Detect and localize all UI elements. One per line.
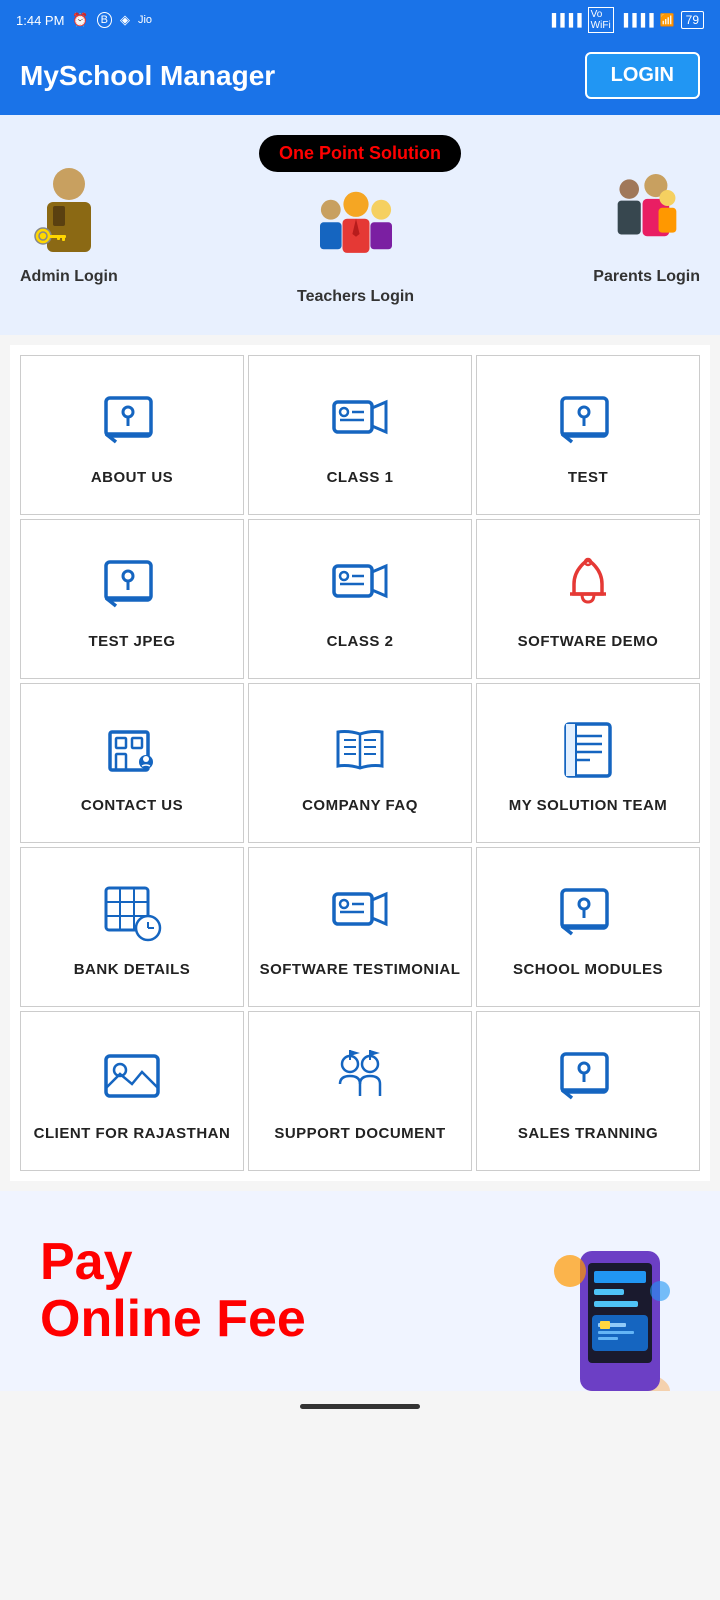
company-faq-icon: [325, 713, 395, 783]
app-title: MySchool Manager: [20, 60, 275, 92]
grid-item-client-for-rajasthan[interactable]: CLIENT FOR RAJASTHAN: [20, 1011, 244, 1171]
teachers-label: Teachers Login: [297, 288, 414, 306]
contact-us-icon: [97, 713, 167, 783]
support-document-icon: [325, 1041, 395, 1111]
signal-icon: ◈: [120, 12, 130, 28]
grid-item-sales-tranning[interactable]: SALES TRANNING: [476, 1011, 700, 1171]
grid-item-class-1[interactable]: CLASS 1: [248, 355, 472, 515]
grid-item-class-2[interactable]: CLASS 2: [248, 519, 472, 679]
jio-icon: Jio: [138, 14, 152, 26]
test-label: TEST: [568, 469, 608, 486]
status-bar: 1:44 PM ⏰ B ◈ Jio ▐▐▐▐ VoWiFi ▐▐▐▐ 📶 79: [0, 0, 720, 40]
admin-login-section: Admin Login: [20, 164, 118, 286]
battery-icon: 79: [681, 11, 704, 29]
status-left: 1:44 PM ⏰ B ◈ Jio: [16, 12, 152, 28]
bank-details-label: BANK DETAILS: [74, 961, 191, 978]
time: 1:44 PM: [16, 13, 64, 28]
company-faq-label: COMPANY FAQ: [302, 797, 418, 814]
parents-icon: [602, 164, 692, 264]
software-testimonial-label: SOFTWARE TESTIMONIAL: [260, 961, 461, 978]
grid-item-support-document[interactable]: SUPPORT DOCUMENT: [248, 1011, 472, 1171]
phone-illustration: [540, 1211, 680, 1371]
client-for-rajasthan-icon: [97, 1041, 167, 1111]
my-solution-team-icon: [553, 713, 623, 783]
b-icon: B: [97, 12, 112, 28]
sales-tranning-label: SALES TRANNING: [518, 1125, 658, 1142]
software-demo-icon: [553, 549, 623, 619]
home-indicator: [300, 1404, 420, 1409]
vo-wifi-icon: VoWiFi: [588, 7, 614, 33]
about-us-label: ABOUT US: [91, 469, 173, 486]
class-2-label: CLASS 2: [327, 633, 394, 650]
grid-item-bank-details[interactable]: BANK DETAILS: [20, 847, 244, 1007]
software-testimonial-icon: [325, 877, 395, 947]
school-modules-label: SCHOOL MODULES: [513, 961, 663, 978]
hero-banner: Admin Login Teacher: [0, 115, 720, 335]
parents-login-section: Parents Login: [593, 164, 700, 286]
test-icon: [553, 385, 623, 455]
grid-item-contact-us[interactable]: CONTACT US: [20, 683, 244, 843]
client-for-rajasthan-label: CLIENT FOR RAJASTHAN: [34, 1125, 231, 1142]
bank-details-icon: [97, 877, 167, 947]
alarm-icon: ⏰: [72, 12, 88, 28]
signal-bars-icon: ▐▐▐▐: [548, 13, 582, 27]
school-modules-icon: [553, 877, 623, 947]
footer-banner: Pay Online Fee: [0, 1191, 720, 1391]
grid-item-software-demo[interactable]: SOFTWARE DEMO: [476, 519, 700, 679]
software-demo-label: SOFTWARE DEMO: [518, 633, 659, 650]
sales-tranning-icon: [553, 1041, 623, 1111]
class-1-label: CLASS 1: [327, 469, 394, 486]
my-solution-team-label: MY SOLUTION TEAM: [509, 797, 668, 814]
grid-item-school-modules[interactable]: SCHOOL MODULES: [476, 847, 700, 1007]
teachers-login-section: Teachers Login: [297, 184, 414, 306]
test-jpeg-icon: [97, 549, 167, 619]
banner-tagline: One Point Solution: [259, 135, 461, 172]
teachers-icon: [311, 184, 401, 284]
parents-label: Parents Login: [593, 268, 700, 286]
admin-label: Admin Login: [20, 268, 118, 286]
signal-bars2-icon: ▐▐▐▐: [620, 13, 654, 27]
admin-icon: [24, 164, 114, 264]
menu-grid: ABOUT US CLASS 1 TEST: [10, 345, 710, 1181]
about-us-icon: [97, 385, 167, 455]
grid-item-company-faq[interactable]: COMPANY FAQ: [248, 683, 472, 843]
grid-item-test-jpeg[interactable]: TEST JPEG: [20, 519, 244, 679]
grid-item-test[interactable]: TEST: [476, 355, 700, 515]
grid-item-my-solution-team[interactable]: MY SOLUTION TEAM: [476, 683, 700, 843]
app-header: MySchool Manager LOGIN: [0, 40, 720, 115]
wifi-icon: 📶: [660, 13, 675, 27]
test-jpeg-label: TEST JPEG: [88, 633, 175, 650]
status-right: ▐▐▐▐ VoWiFi ▐▐▐▐ 📶 79: [548, 7, 704, 33]
login-button[interactable]: LOGIN: [585, 52, 700, 99]
support-document-label: SUPPORT DOCUMENT: [274, 1125, 445, 1142]
contact-us-label: CONTACT US: [81, 797, 183, 814]
footer-text: Pay Online Fee: [40, 1234, 306, 1348]
class-2-icon: [325, 549, 395, 619]
bottom-navigation-bar: [0, 1391, 720, 1421]
grid-item-about-us[interactable]: ABOUT US: [20, 355, 244, 515]
grid-item-software-testimonial[interactable]: SOFTWARE TESTIMONIAL: [248, 847, 472, 1007]
class-1-icon: [325, 385, 395, 455]
